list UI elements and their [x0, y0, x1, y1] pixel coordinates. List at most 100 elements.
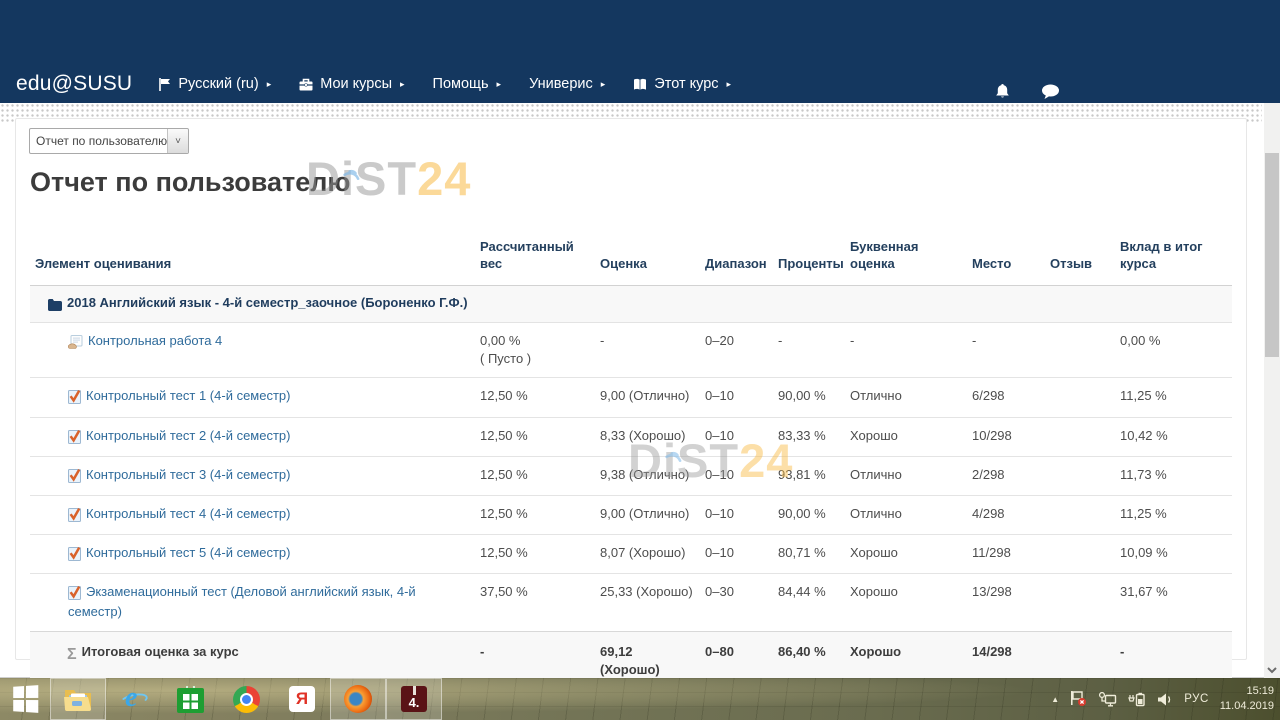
grade-row: Контрольный тест 5 (4-й семестр) 12,50 %8… [30, 535, 1232, 574]
taskbar-yandex-browser[interactable]: Я [274, 678, 330, 720]
volume-icon[interactable] [1157, 692, 1173, 707]
item-name-cell: Контрольный тест 2 (4-й семестр) [30, 417, 480, 456]
cell-weight: 12,50 % [480, 535, 600, 574]
site-header: edu@SUSU Русский (ru) ▸ Мои курсы ▸ Помо… [0, 0, 1280, 103]
item-name[interactable]: Экзаменационный тест (Деловой английский… [68, 584, 416, 619]
screen: edu@SUSU Русский (ru) ▸ Мои курсы ▸ Помо… [0, 0, 1280, 720]
cell-percent: 90,00 % [778, 378, 850, 417]
cell-feedback [1050, 495, 1120, 534]
item-name[interactable]: Контрольный тест 5 (4-й семестр) [86, 545, 290, 560]
package-box-icon: 4. [401, 686, 427, 712]
taskbar-firefox[interactable] [330, 678, 386, 720]
chat-icon[interactable] [1041, 84, 1060, 100]
flag-icon [158, 78, 171, 91]
cell-letter: - [850, 322, 972, 377]
nav-this-course-menu[interactable]: Этот курс ▸ [633, 76, 731, 92]
cell-contribution: 11,73 % [1120, 456, 1232, 495]
cell-contribution: 11,25 % [1120, 495, 1232, 534]
cell-letter: Отлично [850, 495, 972, 534]
cell-letter: Отлично [850, 456, 972, 495]
language-indicator[interactable]: РУС [1184, 693, 1209, 705]
item-name-cell: Контрольный тест 5 (4-й семестр) [30, 535, 480, 574]
item-name: 2018 Английский язык - 4-й семестр_заочн… [67, 295, 468, 310]
taskbar-windows-store[interactable] [162, 678, 218, 720]
hidden-icons-expand-icon[interactable]: ▲ [1051, 695, 1059, 704]
scrollbar-down-arrow-icon[interactable] [1266, 662, 1278, 672]
tray-date: 11.04.2019 [1220, 699, 1274, 714]
cell-range: 0–10 [705, 456, 778, 495]
item-name[interactable]: Контрольный тест 1 (4-й семестр) [86, 388, 290, 403]
taskbar-clock[interactable]: 15:19 11.04.2019 [1220, 684, 1274, 714]
taskbar-package-app[interactable]: 4. [386, 678, 442, 720]
grade-row: Экзаменационный тест (Деловой английский… [30, 574, 1232, 631]
cell-letter: Хорошо [850, 535, 972, 574]
nav-univeris-menu[interactable]: Универис ▸ [529, 76, 605, 92]
power-battery-icon[interactable] [1128, 692, 1146, 707]
item-name[interactable]: Контрольный тест 2 (4-й семестр) [86, 428, 290, 443]
item-name-cell: 2018 Английский язык - 4-й семестр_заочн… [30, 285, 1232, 322]
system-tray: ▲ РУС 15:19 11.04.2019 [1051, 678, 1274, 720]
item-name[interactable]: Контрольная работа 4 [88, 333, 222, 348]
page-title: Отчет по пользователю [30, 167, 350, 198]
cell-letter: Отлично [850, 378, 972, 417]
quiz-icon [68, 585, 81, 603]
chrome-icon [233, 686, 260, 713]
dropdown-caret-icon: ▸ [267, 80, 272, 89]
nav-item-label: Этот курс [654, 76, 718, 92]
grade-report-table: Элемент оценивания Рассчитанный вес Оцен… [30, 223, 1232, 688]
cell-rank: 4/298 [972, 495, 1050, 534]
folder-icon [63, 687, 93, 711]
nav-language-menu[interactable]: Русский (ru) ▸ [158, 76, 271, 92]
col-letter-grade: Буквенная оценка [850, 223, 972, 285]
start-button[interactable] [0, 678, 50, 720]
cell-grade: 9,38 (Отлично) [600, 456, 705, 495]
site-logo[interactable]: edu@SUSU [16, 72, 132, 96]
book-icon [633, 78, 647, 91]
taskbar-internet-explorer[interactable]: e [106, 678, 162, 720]
col-calculated-weight: Рассчитанный вес [480, 223, 600, 285]
cell-range: 0–10 [705, 378, 778, 417]
col-rank: Место [972, 223, 1050, 285]
nav-my-courses-menu[interactable]: Мои курсы ▸ [299, 76, 404, 92]
cell-grade: 8,07 (Хорошо) [600, 535, 705, 574]
item-name[interactable]: Контрольный тест 4 (4-й семестр) [86, 506, 290, 521]
quiz-icon [68, 507, 81, 525]
vertical-scrollbar[interactable] [1264, 103, 1280, 678]
report-select-value: Отчет по пользователю [30, 134, 167, 148]
report-type-select[interactable]: Отчет по пользователю ˅ [29, 128, 189, 154]
dropdown-caret-icon: ▸ [601, 80, 606, 89]
taskbar-file-explorer[interactable] [50, 678, 106, 720]
item-name-cell: Контрольный тест 4 (4-й семестр) [30, 495, 480, 534]
cell-rank: 13/298 [972, 574, 1050, 631]
cell-grade: 8,33 (Хорошо) [600, 417, 705, 456]
scrollbar-thumb[interactable] [1265, 153, 1279, 357]
chevron-down-icon: ˅ [167, 129, 188, 153]
cell-weight: 12,50 % [480, 495, 600, 534]
store-icon [177, 686, 204, 713]
col-range: Диапазон [705, 223, 778, 285]
browser-viewport: edu@SUSU Русский (ru) ▸ Мои курсы ▸ Помо… [0, 0, 1280, 678]
grade-row: Контрольный тест 1 (4-й семестр)12,50 %9… [30, 378, 1232, 417]
grade-row: Контрольный тест 4 (4-й семестр) 12,50 % 9… [30, 495, 1232, 534]
col-grade: Оценка [600, 223, 705, 285]
cell-range: 0–10 [705, 495, 778, 534]
cell-percent: - [778, 322, 850, 377]
item-name: Итоговая оценка за курс [82, 644, 239, 659]
cell-contribution: 10,42 % [1120, 417, 1232, 456]
col-contribution: Вклад в итог курса [1120, 223, 1232, 285]
bell-icon[interactable] [994, 83, 1011, 100]
item-name-cell: Контрольный тест 3 (4-й семестр) [30, 456, 480, 495]
category-row: 2018 Английский язык - 4-й семестр_заочн… [30, 285, 1232, 322]
item-name-cell: Контрольный тест 1 (4-й семестр) [30, 378, 480, 417]
cell-letter: Хорошо [850, 417, 972, 456]
cell-feedback [1050, 378, 1120, 417]
cell-feedback [1050, 417, 1120, 456]
nav-help-menu[interactable]: Помощь ▸ [433, 76, 502, 92]
item-name[interactable]: Контрольный тест 3 (4-й семестр) [86, 467, 290, 482]
network-icon[interactable] [1098, 692, 1117, 707]
taskbar-chrome[interactable] [218, 678, 274, 720]
action-center-flag-icon[interactable] [1070, 691, 1087, 707]
cell-percent: 90,00 % [778, 495, 850, 534]
cell-weight: 37,50 % [480, 574, 600, 631]
nav-item-label: Мои курсы [320, 76, 392, 92]
